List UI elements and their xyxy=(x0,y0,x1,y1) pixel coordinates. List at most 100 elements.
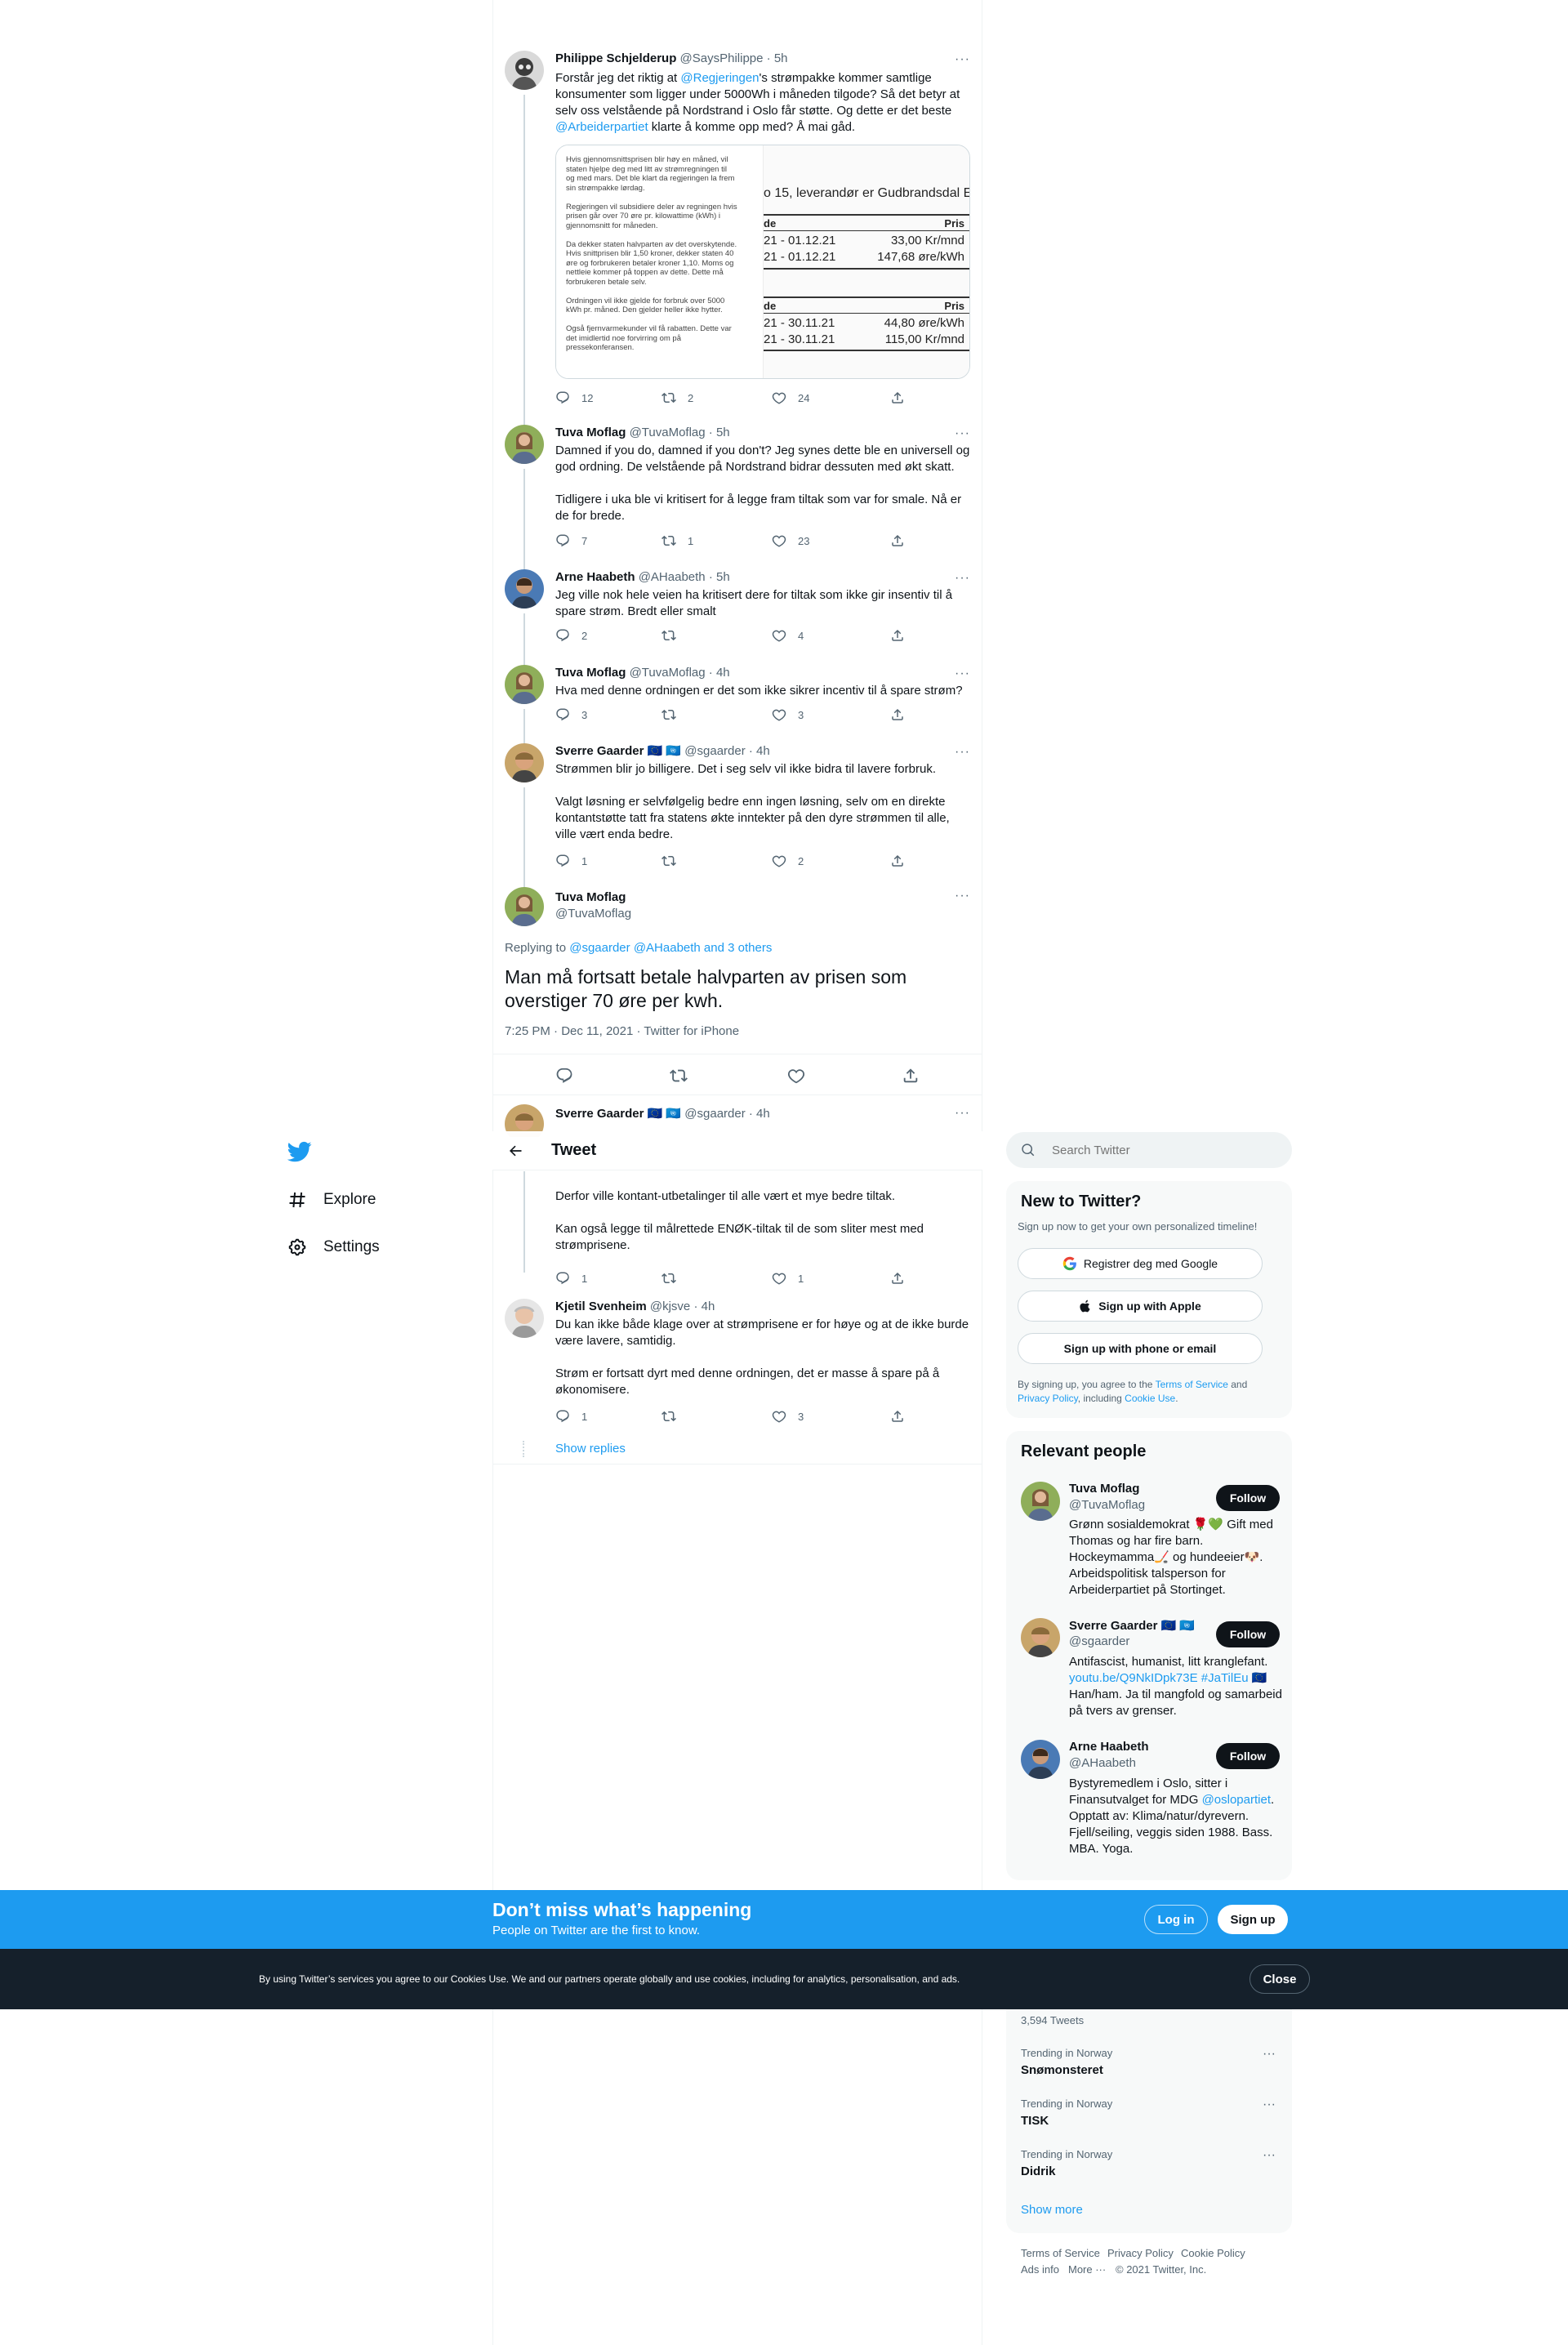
author-name[interactable]: Tuva Moflag xyxy=(555,426,626,439)
footer-ads-link[interactable]: Ads info xyxy=(1021,2263,1059,2276)
replying-to-link[interactable]: @sgaarder @AHaabeth and 3 others xyxy=(569,941,772,955)
footer-terms-link[interactable]: Terms of Service xyxy=(1021,2247,1100,2259)
tweet-tuva-2[interactable]: Tuva Moflag @TuvaMoflag · 4h ··· Hva med… xyxy=(505,665,970,760)
footer-privacy-link[interactable]: Privacy Policy xyxy=(1107,2247,1174,2259)
tweet-time[interactable]: · 4h xyxy=(749,1107,770,1121)
avatar[interactable] xyxy=(505,665,544,704)
author-name[interactable]: Tuva Moflag xyxy=(555,666,626,680)
more-icon[interactable]: ··· xyxy=(955,1106,970,1121)
retweet-button[interactable] xyxy=(662,707,688,722)
share-button[interactable] xyxy=(890,707,905,722)
like-button[interactable] xyxy=(787,1067,805,1085)
avatar[interactable] xyxy=(505,569,544,609)
retweet-button[interactable] xyxy=(670,1067,688,1085)
more-icon[interactable]: ··· xyxy=(955,426,970,441)
share-button[interactable] xyxy=(890,628,905,643)
avatar[interactable] xyxy=(1021,1482,1060,1521)
more-icon[interactable]: ··· xyxy=(1263,2098,1276,2112)
author-name[interactable]: Tuva Moflag xyxy=(555,890,626,904)
like-button[interactable]: 2 xyxy=(772,854,804,868)
reply-button[interactable]: 7 xyxy=(555,533,587,548)
avatar[interactable] xyxy=(505,425,544,464)
share-button[interactable] xyxy=(890,390,905,405)
author-handle[interactable]: @TuvaMoflag xyxy=(630,426,706,439)
tweet-time[interactable]: · 4h xyxy=(749,744,770,758)
share-button[interactable] xyxy=(890,1271,905,1286)
twitter-logo[interactable] xyxy=(287,1139,312,1164)
avatar[interactable] xyxy=(505,1299,544,1338)
author-handle[interactable]: @SaysPhilippe xyxy=(680,51,764,65)
author-handle[interactable]: @sgaarder xyxy=(684,744,745,758)
trend-name[interactable]: Didrik xyxy=(1021,2164,1056,2178)
follow-button[interactable]: Follow xyxy=(1216,1743,1280,1769)
author-handle[interactable]: @TuvaMoflag xyxy=(630,666,706,680)
cookie-use-link[interactable]: Cookie Use xyxy=(1125,1393,1175,1404)
author-handle[interactable]: @TuvaMoflag xyxy=(555,907,631,921)
like-button[interactable]: 4 xyxy=(772,628,804,643)
tweet-time[interactable]: · 4h xyxy=(709,666,730,680)
more-icon[interactable]: ··· xyxy=(1263,2047,1276,2062)
author-name[interactable]: Sverre Gaarder 🇪🇺 🇺🇳 xyxy=(555,1107,681,1121)
google-signup-button[interactable]: Registrer deg med Google xyxy=(1018,1248,1263,1279)
follow-button[interactable]: Follow xyxy=(1216,1485,1280,1511)
retweet-button[interactable] xyxy=(662,1271,688,1286)
like-button[interactable]: 23 xyxy=(772,533,809,548)
nav-explore[interactable]: Explore xyxy=(287,1188,376,1212)
reply-button[interactable] xyxy=(555,1067,573,1085)
back-button[interactable] xyxy=(504,1139,527,1162)
follow-button[interactable]: Follow xyxy=(1216,1621,1280,1647)
terms-link[interactable]: Terms of Service xyxy=(1156,1379,1228,1390)
nav-settings[interactable]: Settings xyxy=(287,1235,380,1259)
tweet-arne[interactable]: Arne Haabeth @AHaabeth · 5h ··· Jeg vill… xyxy=(505,569,970,682)
avatar[interactable] xyxy=(505,887,544,926)
avatar[interactable] xyxy=(505,51,544,90)
author-name[interactable]: Arne Haabeth xyxy=(555,570,635,584)
signup-button[interactable]: Sign up xyxy=(1218,1905,1288,1934)
like-button[interactable]: 24 xyxy=(772,390,809,405)
show-replies-link[interactable]: Show replies xyxy=(555,1442,626,1456)
retweet-button[interactable] xyxy=(662,854,688,868)
login-button[interactable]: Log in xyxy=(1144,1905,1208,1934)
person-handle[interactable]: @AHaabeth xyxy=(1069,1756,1136,1770)
tweet-time[interactable]: · 4h xyxy=(693,1300,715,1313)
author-handle[interactable]: @kjsve xyxy=(650,1300,690,1313)
like-button[interactable]: 3 xyxy=(772,707,804,722)
person-handle[interactable]: @sgaarder xyxy=(1069,1634,1129,1648)
more-icon[interactable]: ··· xyxy=(955,666,970,681)
retweet-button[interactable]: 1 xyxy=(662,533,693,548)
search-input[interactable] xyxy=(1052,1140,1281,1160)
mention-link[interactable]: @Arbeiderpartiet xyxy=(555,120,648,134)
avatar[interactable] xyxy=(505,743,544,782)
reply-button[interactable]: 1 xyxy=(555,1409,587,1424)
avatar[interactable] xyxy=(1021,1740,1060,1779)
more-icon[interactable]: ··· xyxy=(1263,2148,1276,2163)
bio-link[interactable]: youtu.be/Q9NkIDpk73E #JaTilEu xyxy=(1069,1671,1249,1685)
tweet-image[interactable]: Hvis gjennomsnittsprisen blir høy en mån… xyxy=(555,145,970,379)
author-name[interactable]: Philippe Schjelderup xyxy=(555,51,676,65)
more-icon[interactable]: ··· xyxy=(955,745,970,760)
tweet-time[interactable]: · 5h xyxy=(709,570,730,584)
bio-link[interactable]: @oslopartiet xyxy=(1202,1793,1271,1807)
tweet-timestamp[interactable]: 7:25 PM · Dec 11, 2021 · Twitter for iPh… xyxy=(505,1024,739,1038)
author-name[interactable]: Sverre Gaarder 🇪🇺 🇺🇳 xyxy=(555,744,681,758)
more-icon[interactable]: ··· xyxy=(955,889,970,903)
tweet-tuva-1[interactable]: Tuva Moflag @TuvaMoflag · 5h ··· Damned … xyxy=(505,425,970,586)
tweet-philippe[interactable]: Philippe Schjelderup @SaysPhilippe · 5h … xyxy=(505,51,970,454)
reply-button[interactable]: 1 xyxy=(555,854,587,868)
search-box[interactable] xyxy=(1006,1132,1292,1168)
author-name[interactable]: Kjetil Svenheim xyxy=(555,1300,647,1313)
share-button[interactable] xyxy=(890,1409,905,1424)
retweet-button[interactable] xyxy=(662,1409,688,1424)
tweet-time[interactable]: · 5h xyxy=(767,51,788,65)
privacy-link[interactable]: Privacy Policy xyxy=(1018,1393,1078,1404)
author-handle[interactable]: @AHaabeth xyxy=(639,570,706,584)
trend-name[interactable]: Snømonsteret xyxy=(1021,2063,1103,2077)
share-button[interactable] xyxy=(890,533,905,548)
retweet-button[interactable]: 2 xyxy=(662,390,693,405)
person-name[interactable]: Sverre Gaarder 🇪🇺 🇺🇳 xyxy=(1069,1618,1195,1633)
retweet-button[interactable] xyxy=(662,628,688,643)
mention-link[interactable]: @Regjeringen xyxy=(680,71,759,85)
apple-signup-button[interactable]: Sign up with Apple xyxy=(1018,1291,1263,1322)
tweet-sverre[interactable]: Sverre Gaarder 🇪🇺 🇺🇳 @sgaarder · 4h ··· … xyxy=(505,743,970,889)
author-handle[interactable]: @sgaarder xyxy=(684,1107,745,1121)
